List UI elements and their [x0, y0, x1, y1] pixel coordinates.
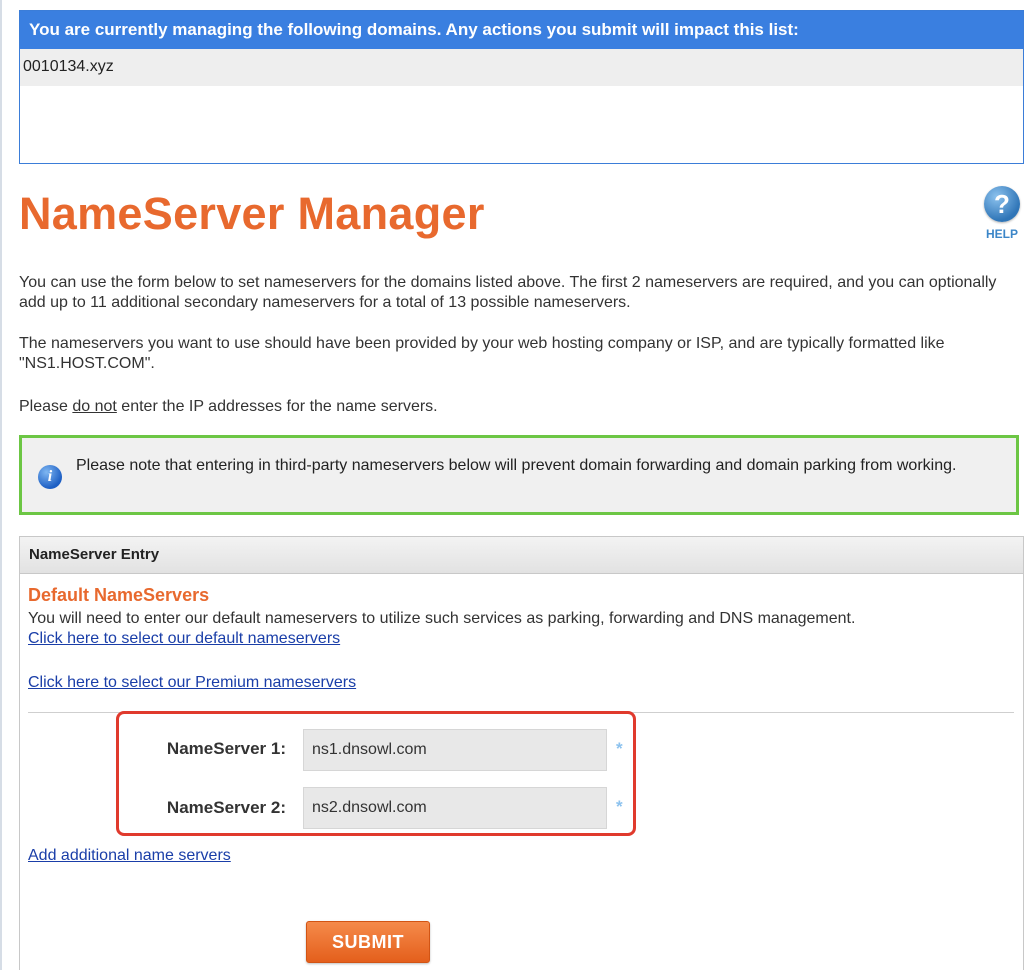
forwarding-notice: i Please note that entering in third-par… — [19, 435, 1019, 515]
select-premium-nameservers-link[interactable]: Click here to select our Premium nameser… — [28, 674, 356, 692]
default-nameservers-description: You will need to enter our default names… — [28, 610, 856, 627]
help-button[interactable]: ? HELP — [980, 186, 1024, 241]
select-default-nameservers-link[interactable]: Click here to select our default nameser… — [28, 630, 340, 648]
intro-p3-before: Please — [19, 398, 73, 415]
intro-paragraph-1: You can use the form below to set namese… — [19, 274, 997, 311]
left-border — [0, 0, 2, 970]
submit-button[interactable]: SUBMIT — [306, 921, 430, 963]
do-not-emphasis: do not — [72, 398, 117, 415]
help-label: HELP — [985, 227, 1018, 241]
required-marker-2: * — [616, 797, 623, 816]
intro-paragraph-2: The nameservers you want to use should h… — [19, 335, 945, 372]
nameserver-2-input[interactable] — [303, 787, 607, 829]
nameserver-entry-panel: NameServer Entry Default NameServers You… — [19, 536, 1024, 970]
page-title: NameServer Manager — [19, 188, 485, 239]
intro-p3-after: enter the IP addresses for the name serv… — [116, 398, 438, 415]
domain-list-item: 0010134.xyz — [20, 49, 1023, 86]
question-mark-icon: ? — [984, 186, 1020, 222]
nameserver-2-label: NameServer 2: — [166, 798, 286, 817]
nameserver-1-input[interactable] — [303, 729, 607, 771]
entry-panel-header: NameServer Entry — [20, 537, 1023, 574]
required-marker-1: * — [616, 739, 623, 758]
default-nameservers-title: Default NameServers — [28, 585, 210, 605]
intro-paragraph-3: Please do not enter the IP addresses for… — [19, 397, 1024, 417]
domains-panel-header: You are currently managing the following… — [20, 11, 1023, 49]
notice-text: Please note that entering in third-party… — [76, 457, 957, 474]
info-icon: i — [38, 465, 62, 489]
add-nameservers-link[interactable]: Add additional name servers — [28, 847, 231, 865]
nameserver-1-label: NameServer 1: — [166, 739, 286, 758]
managed-domains-panel: You are currently managing the following… — [19, 10, 1024, 164]
